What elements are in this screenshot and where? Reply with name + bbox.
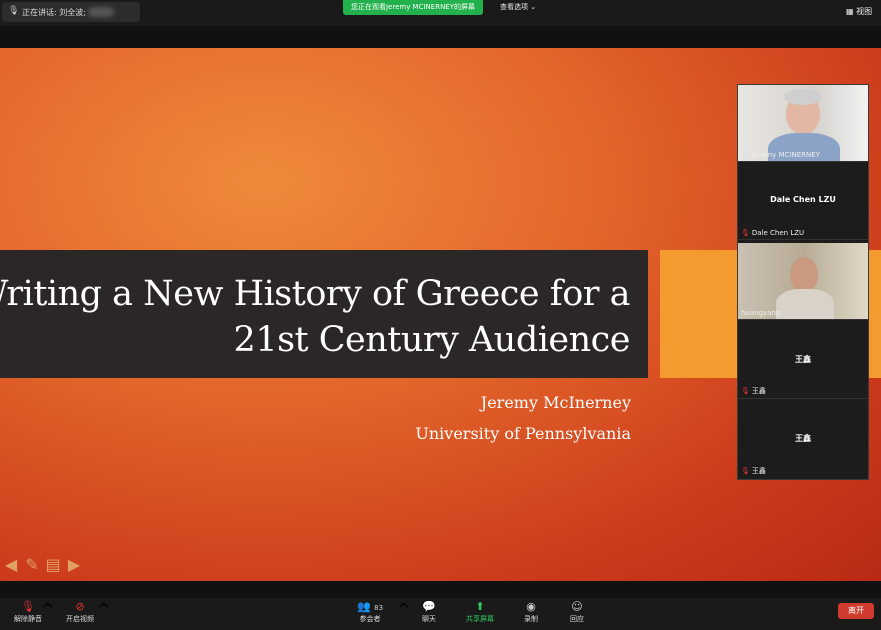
participant-tile[interactable]: 🎙 Jeremy MCINERNEY: [738, 85, 868, 162]
start-video-label: 开启视频: [66, 615, 94, 623]
participant-tile[interactable]: Dale Chen LZU 🎙 Dale Chen LZU: [738, 163, 868, 240]
reactions-button[interactable]: ☺ 回应: [566, 600, 588, 624]
active-speaker-indicator: 🎙 正在讲话: 刘全波;: [2, 2, 140, 22]
participant-name: 🎙 王鑫: [741, 467, 766, 475]
share-screen-icon: ⬆: [475, 600, 485, 613]
start-video-button[interactable]: ⊘ 开启视频: [62, 600, 98, 624]
screen-share-banner[interactable]: 您正在观看Jeremy MCINERNEY的屏幕: [343, 0, 483, 15]
pen-icon[interactable]: ✎: [23, 556, 41, 574]
record-button[interactable]: ◉ 录制: [520, 600, 542, 624]
participant-tile[interactable]: 王鑫 🎙 王鑫: [738, 401, 868, 478]
zoom-meeting-window: 🎙 正在讲话: 刘全波; 您正在观看Jeremy MCINERNEY的屏幕 查看…: [0, 0, 881, 630]
muted-mic-icon: 🎙: [741, 387, 750, 395]
share-screen-label: 共享屏幕: [466, 615, 494, 623]
participants-icon: 👥 83: [356, 600, 384, 613]
participant-tile[interactable]: huangyang: [738, 243, 868, 320]
participant-name: huangyang: [741, 309, 781, 317]
reactions-icon: ☺: [571, 600, 583, 613]
view-options-button[interactable]: 查看选项 ⌄: [500, 2, 536, 12]
share-screen-button[interactable]: ⬆ 共享屏幕: [462, 600, 498, 624]
record-icon: ◉: [526, 600, 536, 613]
reactions-label: 回应: [570, 615, 584, 623]
audio-options-caret[interactable]: ^: [41, 600, 54, 619]
chat-label: 聊天: [422, 615, 436, 623]
video-options-caret[interactable]: ^: [97, 600, 110, 619]
slide-title-line-1: Writing a New History of Greece for a: [0, 274, 631, 314]
record-label: 录制: [524, 615, 538, 623]
participant-name: 🎙 Jeremy MCINERNEY: [741, 151, 820, 159]
view-label: 视图: [856, 7, 873, 16]
microphone-icon: 🎙: [741, 151, 750, 159]
slide-author: Jeremy McInerney: [480, 393, 631, 412]
participant-tile[interactable]: 王鑫 🎙 王鑫: [738, 322, 868, 399]
muted-mic-icon: 🎙: [741, 229, 750, 237]
chevron-down-icon: ⌄: [530, 3, 537, 11]
top-bar: 🎙 正在讲话: 刘全波; 您正在观看Jeremy MCINERNEY的屏幕 查看…: [0, 0, 881, 26]
leave-button[interactable]: 离开: [838, 603, 874, 619]
video-off-icon: ⊘: [75, 600, 85, 613]
participant-name: 🎙 王鑫: [741, 387, 766, 395]
slide-university: University of Pennsylvania: [415, 424, 631, 443]
slide-menu-icon[interactable]: ▤: [44, 556, 62, 574]
participants-button[interactable]: 👥 83 参会者: [355, 600, 385, 624]
participants-label: 参会者: [359, 615, 381, 623]
previous-arrow-icon[interactable]: ◀: [2, 556, 20, 574]
participants-count: 83: [374, 604, 384, 612]
speaker-badge: [88, 7, 114, 17]
grid-view-icon: ▦: [846, 7, 854, 16]
participants-options-caret[interactable]: ^: [397, 600, 410, 619]
muted-mic-icon: 🎙: [741, 467, 750, 475]
microphone-icon: 🎙: [8, 6, 20, 16]
view-options-label: 查看选项: [500, 3, 528, 11]
participant-display-name: Dale Chen LZU: [770, 195, 836, 204]
participant-display-name: 王鑫: [795, 355, 811, 364]
participant-name: 🎙 Dale Chen LZU: [741, 229, 805, 237]
participant-display-name: 王鑫: [795, 434, 811, 443]
chat-button[interactable]: 💬 聊天: [418, 600, 440, 624]
title-band: Writing a New History of Greece for a 21…: [0, 250, 648, 378]
slide-navigation-tools: ◀ ✎ ▤ ▶: [2, 556, 83, 574]
slide-title-line-2: 21st Century Audience: [233, 320, 631, 360]
next-arrow-icon[interactable]: ▶: [65, 556, 83, 574]
chat-icon: 💬: [422, 600, 436, 613]
view-button[interactable]: ▦ 视图: [846, 6, 872, 17]
meeting-toolbar: 🎙 解除静音 ^ ⊘ 开启视频 ^ 👥 83 参会者 ^ 💬 聊天 ⬆ 共享屏幕…: [0, 598, 881, 630]
active-speaker-label: 正在讲话: 刘全波;: [22, 8, 86, 17]
participant-video-panel: 🎙 Jeremy MCINERNEY Dale Chen LZU 🎙 Dale Ch…: [737, 84, 869, 480]
